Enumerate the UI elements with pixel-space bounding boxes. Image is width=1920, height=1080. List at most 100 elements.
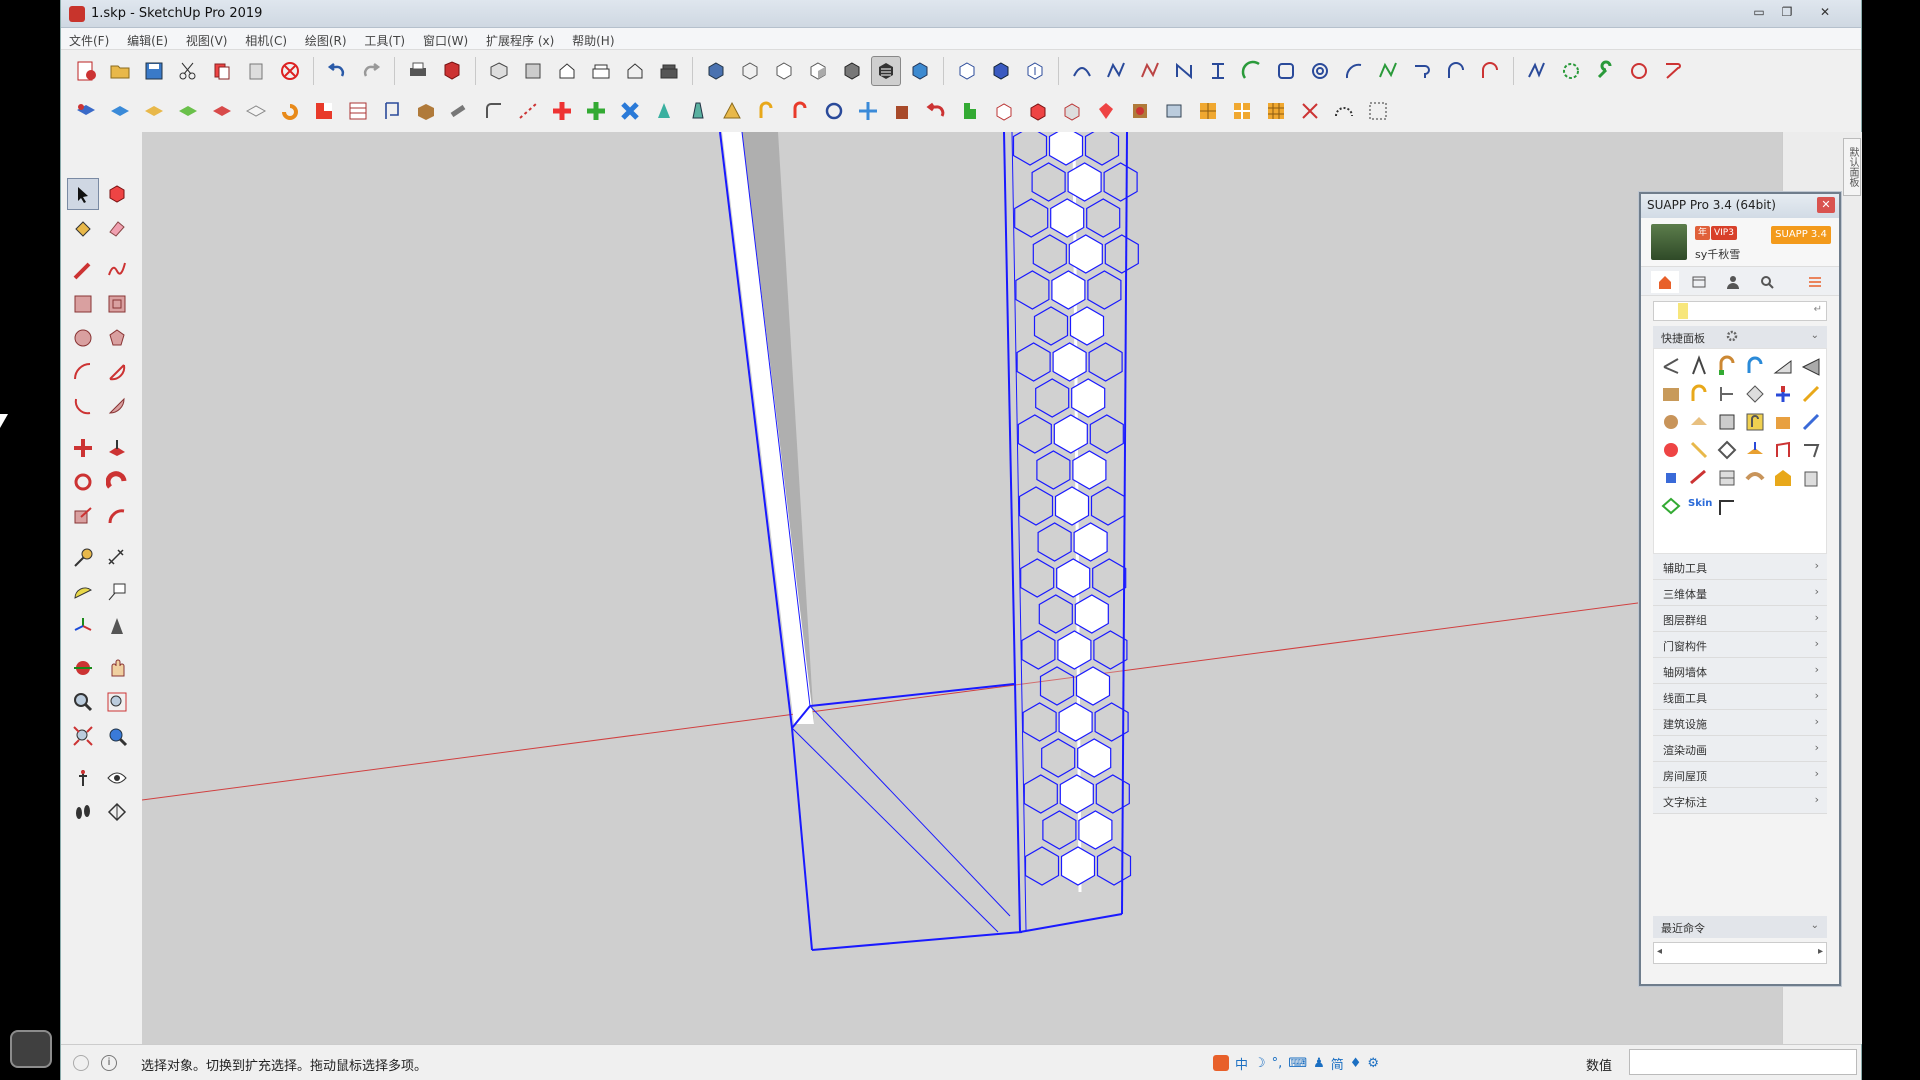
zigzag-tool-icon[interactable] — [1522, 56, 1552, 86]
menu-tools[interactable]: 工具(T) — [356, 28, 411, 49]
layer-blue-red-icon[interactable] — [71, 96, 101, 126]
menu-camera[interactable]: 相机(C) — [237, 28, 293, 49]
quick-tool-icon[interactable] — [1772, 411, 1794, 433]
iso-view-icon[interactable] — [484, 56, 514, 86]
menu-view[interactable]: 视图(V) — [178, 28, 234, 49]
geo-location-icon[interactable] — [73, 1055, 89, 1071]
quick-tool-icon[interactable] — [1688, 411, 1710, 433]
scale-red-icon[interactable] — [1295, 96, 1325, 126]
textured-style-icon[interactable] — [837, 56, 867, 86]
save-icon[interactable] — [139, 56, 169, 86]
grid-orange-3-icon[interactable] — [1261, 96, 1291, 126]
home-icon[interactable] — [1651, 271, 1679, 293]
look-around-icon[interactable] — [101, 762, 133, 794]
quick-tool-icon[interactable] — [1660, 439, 1682, 461]
gear-icon[interactable] — [1725, 329, 1739, 346]
ime-settings-icon[interactable]: ⚙ — [1367, 1056, 1379, 1071]
orbit-icon[interactable] — [67, 652, 99, 684]
make-component-icon[interactable] — [101, 178, 133, 210]
minimize-button[interactable]: ▭ — [1747, 3, 1771, 21]
blue-box-icon[interactable] — [905, 56, 935, 86]
paste-icon[interactable] — [241, 56, 271, 86]
close-button[interactable]: ✕ — [1813, 3, 1837, 21]
ime-punct-icon[interactable]: °, — [1272, 1056, 1283, 1071]
drawing-viewport[interactable] — [142, 132, 1782, 1044]
quick-tool-icon[interactable] — [1660, 467, 1682, 489]
stamp-icon[interactable] — [1057, 96, 1087, 126]
category-render-animation[interactable]: 渲染动画 › — [1653, 736, 1827, 762]
quick-tool-icon[interactable] — [1800, 383, 1822, 405]
quick-tool-icon[interactable] — [1688, 467, 1710, 489]
measurements-box[interactable] — [1629, 1049, 1857, 1075]
puzzle-icon[interactable] — [1125, 96, 1155, 126]
search-icon[interactable] — [1753, 271, 1781, 293]
menu-window[interactable]: 窗口(W) — [415, 28, 474, 49]
position-camera-icon[interactable] — [67, 762, 99, 794]
layer-red-icon[interactable] — [207, 96, 237, 126]
copy-icon[interactable] — [207, 56, 237, 86]
pipe-icon[interactable] — [445, 96, 475, 126]
previous-view-icon[interactable] — [101, 720, 133, 752]
solid-intersect-icon[interactable] — [986, 56, 1016, 86]
layer-yellow-icon[interactable] — [139, 96, 169, 126]
quick-tool-icon[interactable] — [1660, 495, 1682, 517]
text-icon[interactable] — [101, 576, 133, 608]
polygon-icon[interactable] — [101, 322, 133, 354]
suapp-close-button[interactable]: ✕ — [1817, 197, 1835, 213]
left-view-icon[interactable] — [654, 56, 684, 86]
quick-tool-icon[interactable] — [1772, 439, 1794, 461]
ime-keyboard-icon[interactable]: ⌨ — [1288, 1056, 1307, 1071]
loop-icon[interactable] — [819, 96, 849, 126]
walk-footprints-icon[interactable] — [67, 796, 99, 828]
select-arrow-icon[interactable] — [67, 178, 99, 210]
ime-skin-icon[interactable]: ♦ — [1350, 1056, 1362, 1071]
rectangle-curve-icon[interactable] — [1271, 56, 1301, 86]
protractor-icon[interactable] — [67, 576, 99, 608]
layer-green-icon[interactable] — [173, 96, 203, 126]
quick-tool-icon[interactable] — [1744, 439, 1766, 461]
avatar[interactable] — [1651, 224, 1687, 260]
redo-icon[interactable] — [356, 56, 386, 86]
quick-tool-icon[interactable] — [1716, 383, 1738, 405]
quick-tool-icon[interactable] — [1772, 355, 1794, 377]
cross-red-icon[interactable] — [547, 96, 577, 126]
category-line-face-tools[interactable]: 线面工具 › — [1653, 684, 1827, 710]
line-pencil-icon[interactable] — [67, 254, 99, 286]
square-red-icon[interactable] — [309, 96, 339, 126]
zoom-extents-icon[interactable] — [67, 720, 99, 752]
solid-outer-shell-icon[interactable] — [952, 56, 982, 86]
circle-icon[interactable] — [67, 322, 99, 354]
scroll-right-icon[interactable]: ▸ — [1818, 946, 1823, 957]
quick-tool-icon[interactable] — [1744, 411, 1766, 433]
bucket-icon[interactable] — [887, 96, 917, 126]
arc-tool-blue-icon[interactable] — [1339, 56, 1369, 86]
category-text-annotation[interactable]: 文字标注 › — [1653, 788, 1827, 814]
list-menu-icon[interactable] — [1801, 271, 1829, 293]
quick-tool-icon[interactable] — [1772, 383, 1794, 405]
follow-me-icon[interactable] — [101, 466, 133, 498]
menu-extensions[interactable]: 扩展程序 (x) — [478, 28, 560, 49]
dotted-grid-icon[interactable] — [1363, 96, 1393, 126]
spiral-icon[interactable] — [1305, 56, 1335, 86]
curve-tool-2-icon[interactable] — [1101, 56, 1131, 86]
quick-tool-icon[interactable] — [1800, 467, 1822, 489]
user-icon[interactable] — [1719, 271, 1747, 293]
quick-tool-icon[interactable] — [1688, 439, 1710, 461]
curve-tool-4-icon[interactable] — [1169, 56, 1199, 86]
menu-draw[interactable]: 绘图(R) — [297, 28, 353, 49]
push-icon[interactable] — [989, 96, 1019, 126]
quick-tool-icon[interactable] — [1716, 411, 1738, 433]
print-icon[interactable] — [403, 56, 433, 86]
zoom-icon[interactable] — [67, 686, 99, 718]
quick-tool-icon[interactable] — [1660, 355, 1682, 377]
tower-icon[interactable] — [683, 96, 713, 126]
ime-user-icon[interactable]: ♟ — [1313, 1056, 1325, 1071]
quick-tool-icon[interactable] — [1716, 439, 1738, 461]
shaded-style-icon[interactable] — [803, 56, 833, 86]
back-view-icon[interactable] — [620, 56, 650, 86]
hidden-line-style-icon[interactable] — [769, 56, 799, 86]
zoom-window-icon[interactable] — [101, 686, 133, 718]
hook-orange-icon[interactable] — [751, 96, 781, 126]
category-rooms-roofs[interactable]: 房间屋顶 › — [1653, 762, 1827, 788]
arc-tool-green-icon[interactable] — [1237, 56, 1267, 86]
